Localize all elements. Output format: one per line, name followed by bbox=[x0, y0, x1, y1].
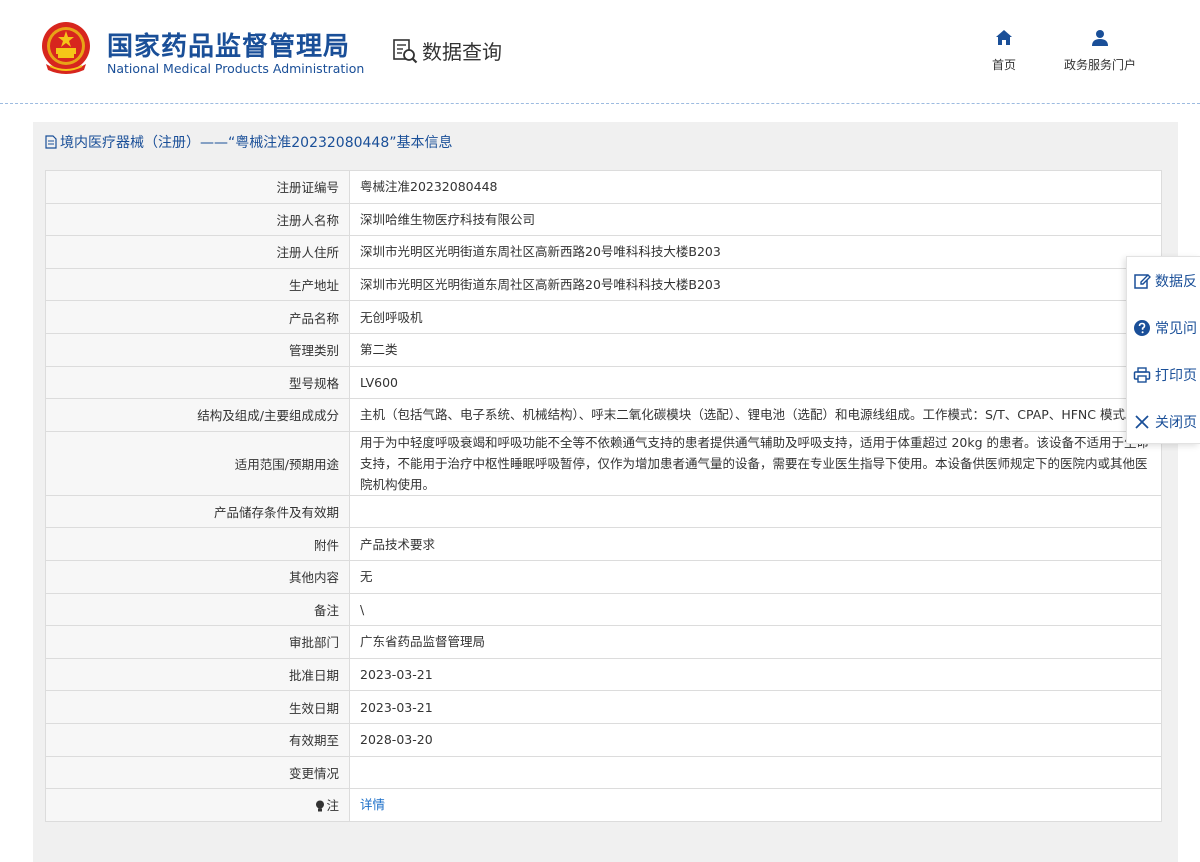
field-value: 无创呼吸机 bbox=[349, 300, 1162, 334]
detail-panel: 境内医疗器械（注册）——“粤械注准20232080448”基本信息 注册证编号粤… bbox=[33, 122, 1178, 862]
brand-name-cn: 国家药品监督管理局 bbox=[107, 32, 351, 62]
field-label: 附件 bbox=[45, 527, 350, 561]
print-button[interactable]: 打印页 bbox=[1133, 365, 1197, 385]
field-label: 变更情况 bbox=[45, 755, 350, 790]
brand-name-en: National Medical Products Administration bbox=[107, 61, 365, 76]
document-search-icon bbox=[393, 38, 418, 63]
table-row: 有效期至 2028-03-20 bbox=[45, 722, 1162, 757]
table-row: 结构及组成/主要组成成分 主机（包括气路、电子系统、机械结构）、呼末二氧化碳模块（… bbox=[45, 398, 1162, 432]
field-value: 第二类 bbox=[349, 332, 1162, 367]
field-value: \ bbox=[349, 592, 1162, 627]
close-page-label: 关闭页 bbox=[1155, 415, 1197, 431]
field-label: 适用范围/预期用途 bbox=[45, 430, 350, 496]
table-row: 产品储存条件及有效期 bbox=[45, 494, 1162, 529]
field-value: 深圳市光明区光明街道东周社区高新西路20号唯科科技大楼B203 bbox=[349, 235, 1162, 269]
info-table: 注册证编号 粤械注准20232080448 注册人名称 深圳哈维生物医疗科技有限公司… bbox=[45, 170, 1162, 822]
field-value: 2023-03-21 bbox=[349, 657, 1162, 692]
table-row: 变更情况 bbox=[45, 755, 1162, 790]
close-page-button[interactable]: 关闭页 bbox=[1133, 412, 1197, 432]
field-value: LV600 bbox=[349, 365, 1162, 400]
details-link[interactable]: 详情 bbox=[360, 797, 385, 812]
feedback-label: 数据反 bbox=[1155, 274, 1197, 290]
table-row: 附件 产品技术要求 bbox=[45, 527, 1162, 561]
table-row: 备注 \ bbox=[45, 592, 1162, 627]
note-value: 详情 bbox=[349, 788, 1162, 822]
panel-title-text: 境内医疗器械（注册）——“粤械注准20232080448”基本信息 bbox=[60, 135, 453, 151]
data-query-label: 数据查询 bbox=[422, 40, 502, 64]
field-value bbox=[349, 755, 1162, 790]
user-icon bbox=[1092, 30, 1108, 46]
table-row: 产品名称 无创呼吸机 bbox=[45, 300, 1162, 334]
field-value: 2028-03-20 bbox=[349, 722, 1162, 757]
note-row: 注 详情 bbox=[45, 788, 1162, 822]
table-row: 适用范围/预期用途 用于为中轻度呼吸衰竭和呼吸功能不全等不依赖通气支持的患者提供通… bbox=[45, 430, 1162, 496]
note-label-text: 注 bbox=[326, 798, 339, 814]
field-label: 型号规格 bbox=[45, 365, 350, 400]
field-label: 生产地址 bbox=[45, 267, 350, 302]
field-label: 其他内容 bbox=[45, 559, 350, 594]
field-label: 注册证编号 bbox=[45, 170, 350, 204]
nav-service-portal[interactable]: 政务服务门户 bbox=[1052, 28, 1148, 73]
field-label: 注册人名称 bbox=[45, 202, 350, 237]
field-label: 产品储存条件及有效期 bbox=[45, 494, 350, 529]
close-icon bbox=[1135, 415, 1149, 429]
header-divider bbox=[0, 103, 1200, 104]
table-row: 注册人名称 深圳哈维生物医疗科技有限公司 bbox=[45, 202, 1162, 237]
field-value: 产品技术要求 bbox=[349, 527, 1162, 561]
table-row: 其他内容无 bbox=[45, 559, 1162, 594]
field-value bbox=[349, 494, 1162, 529]
field-label: 生效日期 bbox=[45, 690, 350, 724]
data-query-section[interactable]: 数据查询 bbox=[392, 36, 502, 65]
table-row: 注册证编号 粤械注准20232080448 bbox=[45, 170, 1162, 204]
field-value: 2023-03-21 bbox=[349, 690, 1162, 724]
print-label: 打印页 bbox=[1155, 368, 1197, 384]
field-label: 审批部门 bbox=[45, 625, 350, 659]
field-label: 注册人住所 bbox=[45, 235, 350, 269]
field-value: 无 bbox=[349, 559, 1162, 594]
field-label: 批准日期 bbox=[45, 657, 350, 692]
floating-side-menu: 数据反 常见问 打印页 关闭页 bbox=[1126, 256, 1200, 444]
document-icon bbox=[45, 135, 57, 149]
table-row: 生产地址 深圳市光明区光明街道东周社区高新西路20号唯科科技大楼B203 bbox=[45, 267, 1162, 302]
national-emblem-icon bbox=[42, 22, 90, 74]
field-label: 结构及组成/主要组成成分 bbox=[45, 398, 350, 432]
field-label: 管理类别 bbox=[45, 332, 350, 367]
home-icon bbox=[996, 30, 1012, 45]
table-row: 生效日期 2023-03-21 bbox=[45, 690, 1162, 724]
question-icon bbox=[1134, 320, 1150, 336]
nav-home[interactable]: 首页 bbox=[982, 28, 1026, 73]
feedback-button[interactable]: 数据反 bbox=[1133, 271, 1197, 291]
field-value: 粤械注准20232080448 bbox=[349, 170, 1162, 204]
faq-button[interactable]: 常见问 bbox=[1133, 318, 1197, 338]
field-label: 备注 bbox=[45, 592, 350, 627]
field-label: 有效期至 bbox=[45, 722, 350, 757]
field-value: 用于为中轻度呼吸衰竭和呼吸功能不全等不依赖通气支持的患者提供通气辅助及呼吸支持，… bbox=[349, 430, 1162, 496]
note-label: 注 bbox=[45, 788, 350, 822]
edit-icon bbox=[1134, 274, 1151, 289]
printer-icon bbox=[1133, 367, 1151, 383]
field-value: 广东省药品监督管理局 bbox=[349, 625, 1162, 659]
field-value: 深圳市光明区光明街道东周社区高新西路20号唯科科技大楼B203 bbox=[349, 267, 1162, 302]
panel-title: 境内医疗器械（注册）——“粤械注准20232080448”基本信息 bbox=[45, 132, 452, 152]
site-header: 国家药品监督管理局 National Medical Products Admi… bbox=[0, 0, 1200, 104]
table-row: 注册人住所 深圳市光明区光明街道东周社区高新西路20号唯科科技大楼B203 bbox=[45, 235, 1162, 269]
table-row: 管理类别 第二类 bbox=[45, 332, 1162, 367]
nav-home-label: 首页 bbox=[991, 58, 1016, 72]
field-value: 主机（包括气路、电子系统、机械结构）、呼末二氧化碳模块（选配）、锂电池（选配）和… bbox=[349, 398, 1162, 432]
table-row: 批准日期 2023-03-21 bbox=[45, 657, 1162, 692]
nav-service-portal-label: 政务服务门户 bbox=[1063, 58, 1136, 72]
field-value: 深圳哈维生物医疗科技有限公司 bbox=[349, 202, 1162, 237]
table-row: 审批部门 广东省药品监督管理局 bbox=[45, 625, 1162, 659]
lightbulb-icon bbox=[316, 800, 325, 812]
table-row: 型号规格 LV600 bbox=[45, 365, 1162, 400]
faq-label: 常见问 bbox=[1155, 321, 1197, 337]
field-label: 产品名称 bbox=[45, 300, 350, 334]
